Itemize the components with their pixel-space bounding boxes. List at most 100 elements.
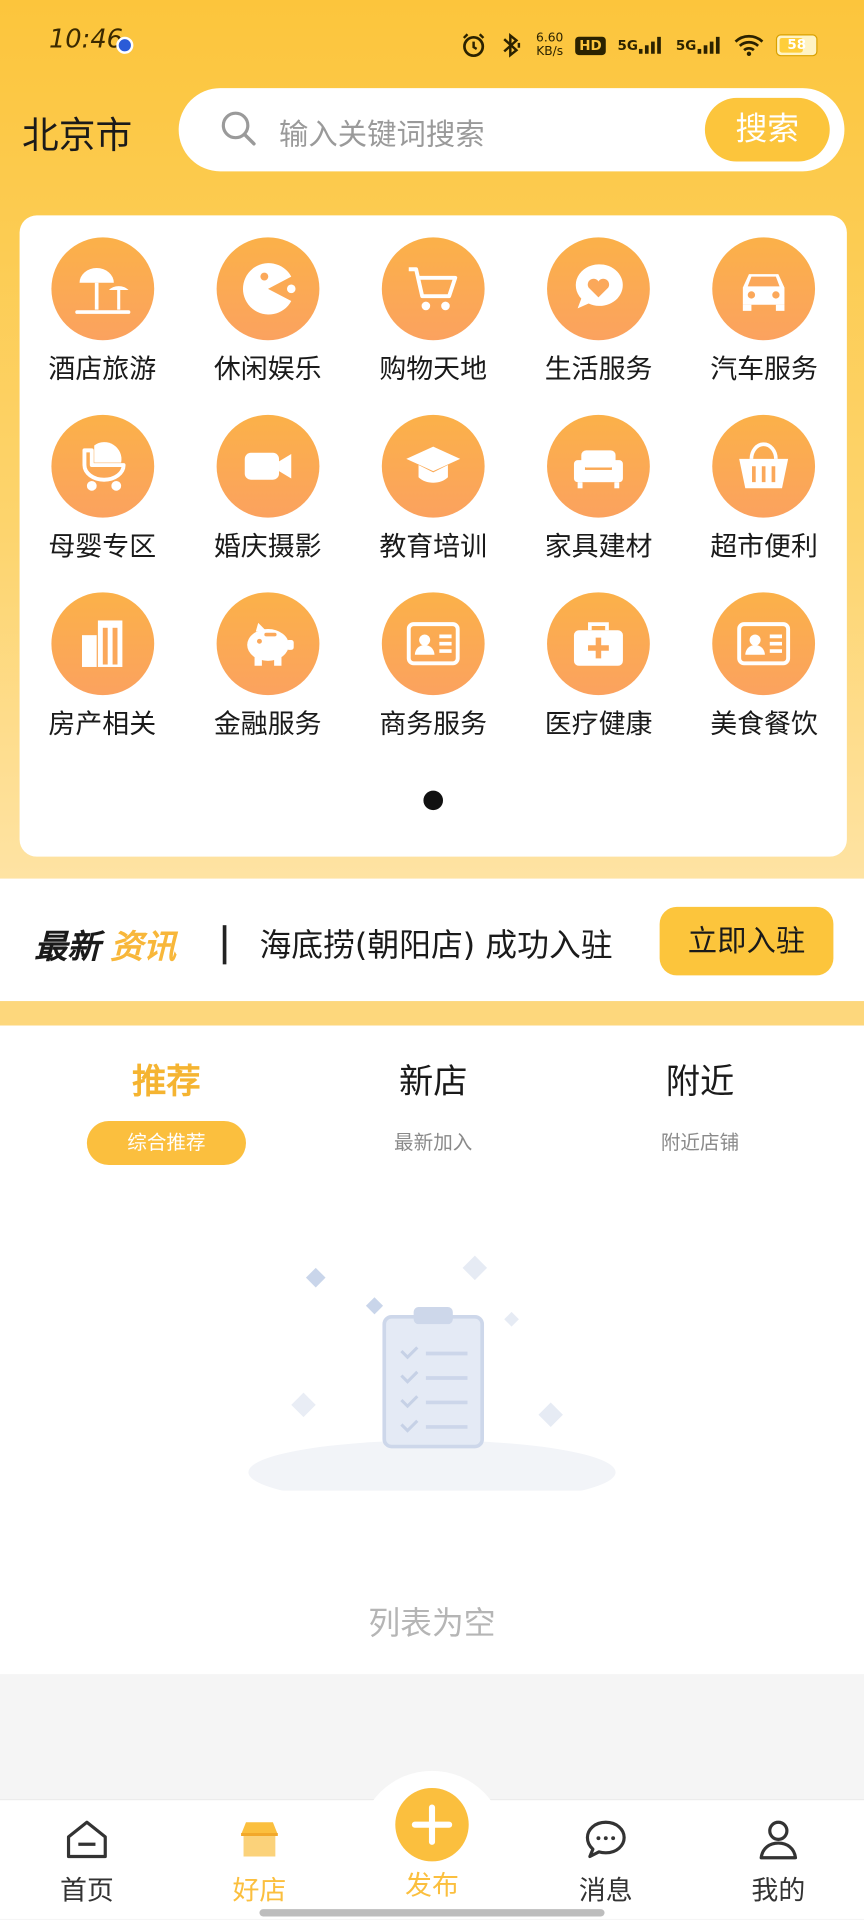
search-button[interactable]: 搜索 [704, 97, 830, 162]
news-ticker: 最新 资讯 海底捞(朝阳店) 成功入驻 立即入驻 [0, 878, 864, 1002]
category-label: 购物天地 [379, 354, 488, 386]
network-speed-unit: KB/s [536, 45, 564, 59]
category-label: 房产相关 [48, 709, 157, 741]
empty-clipboard-icon [248, 1255, 616, 1491]
category-label: 生活服务 [544, 354, 653, 386]
search-input[interactable]: 输入关键词搜索 [279, 110, 485, 153]
section-divider [0, 1001, 864, 1026]
category-shopping[interactable]: 购物天地 [350, 237, 515, 414]
alarm-icon [462, 33, 485, 58]
tab-label: 推荐 [132, 1061, 201, 1102]
category-label: 超市便利 [710, 532, 818, 563]
category-education[interactable]: 教育培训 [350, 414, 515, 592]
category-label: 休闲娱乐 [213, 354, 322, 386]
signal-icon [639, 36, 662, 54]
category-real-estate[interactable]: 房产相关 [20, 592, 185, 769]
page-indicator-dot[interactable] [423, 790, 444, 811]
notification-dot-icon [116, 36, 134, 54]
city-selector[interactable]: 北京市 [22, 105, 132, 159]
category-grid: 酒店旅游 休闲娱乐 购物天地 生活服务 汽车服务 母婴专区 婚庆摄影 教育培训 … [20, 237, 847, 769]
plus-icon [411, 1804, 453, 1845]
shop-list-section: 推荐 综合推荐 新店 最新加入 附近 附近店铺 列表为空 [0, 1025, 864, 1675]
category-hotel-travel[interactable]: 酒店旅游 [20, 237, 185, 414]
category-label: 教育培训 [379, 532, 488, 563]
category-furniture[interactable]: 家具建材 [516, 414, 681, 592]
battery-icon: 58 [775, 34, 818, 57]
status-time: 10:46 [48, 24, 124, 54]
id-card-icon [737, 622, 791, 666]
empty-list-text: 列表为空 [368, 1605, 496, 1643]
category-food[interactable]: 美食餐饮 [681, 592, 846, 769]
category-label: 金融服务 [213, 709, 322, 741]
category-label: 商务服务 [379, 709, 488, 741]
tab-new-shops[interactable]: 新店 最新加入 [317, 1055, 550, 1165]
home-indicator[interactable] [259, 1909, 605, 1917]
hd-badge: HD [575, 36, 606, 55]
nav-label: 好店 [232, 1876, 287, 1907]
news-divider [222, 925, 227, 965]
sofa-icon [574, 450, 624, 489]
category-finance[interactable]: 金融服务 [185, 592, 350, 769]
nav-profile[interactable]: 我的 [717, 1817, 839, 1908]
video-camera-icon [244, 452, 291, 480]
tab-label: 新店 [398, 1061, 468, 1102]
tab-recommend[interactable]: 推荐 综合推荐 [50, 1055, 283, 1166]
category-label: 母婴专区 [48, 532, 157, 563]
search-bar[interactable]: 输入关键词搜索 搜索 [178, 88, 845, 172]
nav-home[interactable]: 首页 [26, 1817, 148, 1908]
car-icon [743, 274, 785, 311]
beach-umbrella-icon [74, 268, 130, 314]
building-icon [81, 620, 122, 667]
category-label: 医疗健康 [544, 709, 653, 741]
pacman-icon [242, 263, 296, 315]
nav-messages[interactable]: 消息 [545, 1817, 667, 1908]
network-speed: 6.60 KB/s [536, 32, 563, 59]
network-speed-value: 6.60 [536, 31, 564, 46]
news-title-accent: 资讯 [110, 928, 177, 967]
category-label: 汽车服务 [710, 354, 818, 386]
nav-label: 发布 [405, 1871, 459, 1902]
category-label: 婚庆摄影 [213, 532, 322, 563]
nav-shops[interactable]: 好店 [198, 1817, 320, 1908]
sim1-label: 5G [617, 37, 638, 54]
stroller-icon [81, 442, 126, 491]
category-leisure[interactable]: 休闲娱乐 [185, 237, 350, 414]
wifi-icon [734, 34, 764, 57]
battery-level: 58 [787, 36, 807, 53]
basket-icon [739, 442, 789, 489]
tab-sublabel: 综合推荐 [86, 1121, 246, 1166]
graduation-cap-icon [406, 446, 461, 483]
tab-sublabel: 最新加入 [394, 1130, 473, 1155]
heart-chat-icon [575, 264, 623, 309]
news-message[interactable]: 海底捞(朝阳店) 成功入驻 [259, 920, 612, 965]
app-screen: 10:46 6.60 KB/s HD 5G 5G 58 北京市 输入关键词搜索 搜… [0, 0, 864, 1919]
category-business[interactable]: 商务服务 [350, 592, 515, 769]
category-label: 家具建材 [544, 532, 653, 563]
tab-sublabel: 附近店铺 [660, 1130, 740, 1155]
sim2-label: 5G [675, 37, 697, 54]
nav-label: 我的 [751, 1876, 806, 1907]
status-icons: 6.60 KB/s HD 5G 5G 58 [460, 27, 818, 64]
news-title: 最新 [34, 928, 101, 967]
category-life-service[interactable]: 生活服务 [516, 237, 681, 414]
category-car-service[interactable]: 汽车服务 [681, 237, 846, 414]
nav-publish[interactable]: 发布 [371, 1787, 493, 1903]
home-icon [66, 1820, 107, 1859]
bottom-nav: 首页 好店 发布 消息 我的 [0, 1770, 864, 1919]
category-medical[interactable]: 医疗健康 [516, 592, 681, 769]
shop-icon [241, 1822, 278, 1857]
join-now-button[interactable]: 立即入驻 [659, 906, 834, 976]
category-supermarket[interactable]: 超市便利 [681, 414, 846, 592]
category-maternity[interactable]: 母婴专区 [20, 414, 185, 592]
category-wedding-photo[interactable]: 婚庆摄影 [185, 414, 350, 592]
category-label: 酒店旅游 [48, 354, 157, 386]
search-icon [221, 111, 256, 146]
sim2-signal: 5G [675, 36, 722, 54]
message-icon [585, 1820, 626, 1859]
signal-icon [697, 36, 720, 54]
user-icon [759, 1820, 798, 1860]
id-card-icon [406, 622, 460, 666]
nav-label: 首页 [59, 1876, 114, 1907]
publish-button[interactable] [395, 1787, 469, 1862]
tab-nearby[interactable]: 附近 附近店铺 [584, 1055, 817, 1165]
